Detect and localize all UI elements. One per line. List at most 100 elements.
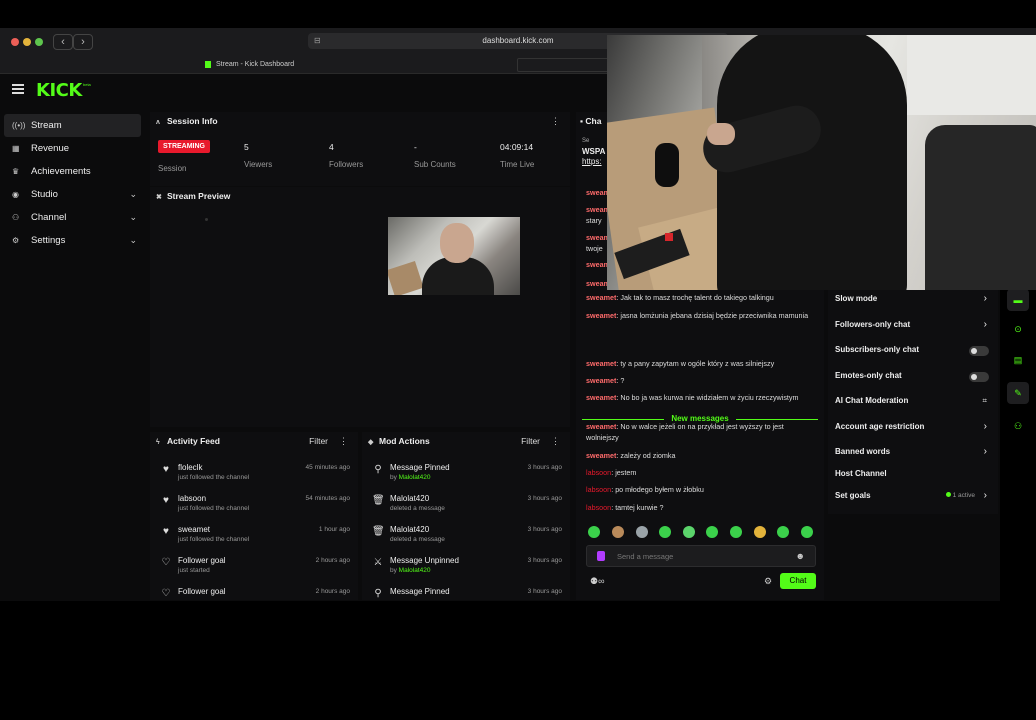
moderator-name[interactable]: Malolat420 <box>399 474 431 481</box>
mod-action-name[interactable]: Malolat420 <box>390 525 429 534</box>
emote-icon[interactable] <box>754 526 766 538</box>
emotes-only-toggle[interactable] <box>969 372 989 382</box>
emote-icon[interactable] <box>659 526 671 538</box>
mod-action-sub: by Malolat420 <box>390 474 430 481</box>
preview-title: Stream Preview <box>167 191 231 201</box>
send-chat-button[interactable]: Chat <box>780 573 816 589</box>
empty-tab[interactable] <box>517 58 609 72</box>
setting-ai-moderation[interactable]: AI Chat Moderation ⌗ <box>835 396 995 410</box>
chat-bubble-icon[interactable]: ▬ <box>1007 289 1029 311</box>
setting-account-age[interactable]: Account age restriction › <box>835 421 995 436</box>
sidebar-item-studio[interactable]: ◉ Studio ⌄ <box>4 183 141 206</box>
filter-button[interactable]: Filter <box>521 436 540 446</box>
filter-button[interactable]: Filter <box>309 436 328 446</box>
emote-icon[interactable] <box>706 526 718 538</box>
close-window-icon[interactable] <box>11 38 19 46</box>
emote-icon[interactable] <box>801 526 813 538</box>
trophy-icon: ♛ <box>12 167 20 176</box>
mod-action-name: Message Pinned <box>390 587 450 596</box>
chat-username[interactable]: sweamet <box>586 451 616 460</box>
activity-name[interactable]: floleclk <box>178 463 202 472</box>
panel-title: ◆ Mod Actions <box>368 436 430 446</box>
sidebar-item-label: Achievements <box>31 166 91 177</box>
gear-icon: ⚙ <box>12 236 20 245</box>
stat-value: - <box>414 142 417 152</box>
mod-action-name[interactable]: Malolat420 <box>390 494 429 503</box>
layout-icon[interactable]: ▤ <box>1007 349 1029 371</box>
setting-host-channel[interactable]: Host Channel <box>835 469 995 483</box>
sidebar-item-settings[interactable]: ⚙ Settings ⌄ <box>4 229 141 252</box>
menu-icon[interactable] <box>12 84 24 94</box>
chat-username[interactable]: sweamet <box>586 422 616 431</box>
forward-button[interactable]: › <box>73 34 93 50</box>
activity-item: ♥ labsoon just followed the channel 54 m… <box>150 491 358 522</box>
emote-icon[interactable] <box>612 526 624 538</box>
activity-item: ♥ sweamet just followed the channel 1 ho… <box>150 522 358 553</box>
mod-action-time: 3 hours ago <box>527 464 562 471</box>
mod-actions-panel: ◆ Mod Actions Filter ⋮ ⚲ Message Pinned b… <box>362 432 570 600</box>
sidebar-item-stream[interactable]: ((•)) Stream <box>4 114 141 137</box>
back-button[interactable]: ‹ <box>53 34 73 50</box>
sidebar-item-channel[interactable]: ⚇ Channel ⌄ <box>4 206 141 229</box>
chat-tab[interactable]: ▪ Cha <box>580 116 601 126</box>
stream-preview-video[interactable] <box>388 217 520 295</box>
setting-set-goals[interactable]: Set goals 1 active › <box>835 490 995 505</box>
emote-icon[interactable] <box>683 526 695 538</box>
chat-username[interactable]: sweamet <box>586 293 616 302</box>
sidebar-item-label: Channel <box>31 212 67 223</box>
emote-icon[interactable] <box>730 526 742 538</box>
activity-feed-panel: ϟ Activity Feed Filter ⋮ ♥ floleclk just … <box>150 432 358 600</box>
emote-icon[interactable] <box>777 526 789 538</box>
chat-text: ty a pany zapytam w ogóle który z was si… <box>620 359 775 368</box>
chat-username[interactable]: sweamet <box>586 376 616 385</box>
emote-icon[interactable] <box>588 526 600 538</box>
kick-logo[interactable]: KICK <box>36 80 82 101</box>
emoji-icon[interactable]: ☻ <box>796 551 805 561</box>
chat-text: jasna lomżunia jebana dzisiaj będzie prz… <box>620 311 809 320</box>
subscribers-only-toggle[interactable] <box>969 346 989 356</box>
chat-message: sweamet: ? <box>586 376 625 385</box>
mod-action-item: 🗑 Malolat420 deleted a message 3 hours a… <box>362 491 570 522</box>
mod-action-time: 3 hours ago <box>527 526 562 533</box>
sidebar-item-achievements[interactable]: ♛ Achievements <box>4 160 141 183</box>
setting-label: Subscribers-only chat <box>835 345 920 354</box>
sidebar: ((•)) Stream ▦ Revenue ♛ Achievements ◉ … <box>0 114 148 252</box>
moderator-name[interactable]: Malolat420 <box>399 567 431 574</box>
chat-username[interactable]: sweamet <box>586 359 616 368</box>
more-options-icon[interactable]: ⋮ <box>551 436 560 447</box>
setting-label: Set goals <box>835 491 871 500</box>
chat-footer: ⚉∞ ⚙ Chat <box>586 573 816 589</box>
broadcast-icon[interactable]: ⊙ <box>1007 318 1029 340</box>
minimize-window-icon[interactable] <box>23 38 31 46</box>
chat-username[interactable]: labsoon <box>586 485 611 494</box>
emote-icon[interactable] <box>636 526 648 538</box>
chat-message: sweamet: No w walce jeżeli on na przykła… <box>586 422 784 442</box>
chat-username[interactable]: labsoon <box>586 468 611 477</box>
tab-title: Stream - Kick Dashboard <box>216 61 295 68</box>
activity-item: ♡ Follower goal just started 2 hours ago <box>150 553 358 584</box>
site-settings-icon[interactable]: ⊟ <box>314 33 321 49</box>
maximize-window-icon[interactable] <box>35 38 43 46</box>
users-icon[interactable]: ⚉∞ <box>590 576 604 587</box>
activity-name[interactable]: labsoon <box>178 494 206 503</box>
setting-banned-words[interactable]: Banned words › <box>835 446 995 461</box>
sidebar-item-revenue[interactable]: ▦ Revenue <box>4 137 141 160</box>
browser-tab[interactable]: Stream - Kick Dashboard <box>205 58 505 72</box>
setting-followers-only[interactable]: Followers-only chat › <box>835 319 995 334</box>
chat-text: No w walce jeżeli on na przykład jest wy… <box>586 422 784 442</box>
more-options-icon[interactable]: ⋮ <box>339 436 348 447</box>
setting-slow-mode[interactable]: Slow mode › <box>835 293 995 308</box>
chevron-down-icon: ⌄ <box>129 235 137 245</box>
users-icon[interactable]: ⚇ <box>1007 415 1029 437</box>
chat-input-placeholder: Send a message <box>617 552 674 561</box>
more-options-icon[interactable]: ⋮ <box>551 116 560 127</box>
activity-name[interactable]: sweamet <box>178 525 210 534</box>
setting-emotes-only: Emotes-only chat <box>835 371 995 385</box>
wrench-icon[interactable]: ✎ <box>1007 382 1029 404</box>
chat-message-input[interactable]: Send a message ☻ <box>586 545 816 567</box>
chat-username[interactable]: labsoon <box>586 503 611 512</box>
chat-username[interactable]: sweamet <box>586 311 616 320</box>
gear-icon[interactable]: ⚙ <box>764 576 772 587</box>
chat-username[interactable]: sweamet <box>586 393 616 402</box>
heart-icon: ♥ <box>163 495 169 506</box>
